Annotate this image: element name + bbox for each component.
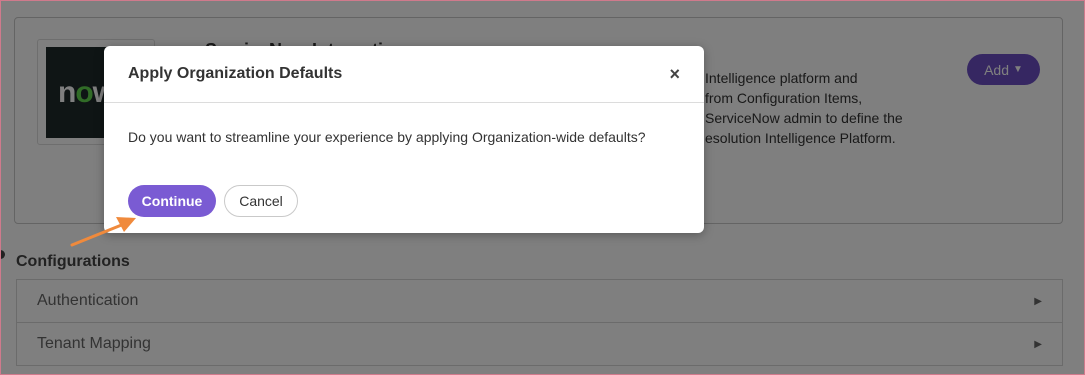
dialog-header: Apply Organization Defaults × — [104, 46, 704, 103]
cancel-button[interactable]: Cancel — [224, 185, 298, 217]
dialog-footer: Continue Cancel — [128, 185, 298, 217]
arrow-annotation-icon — [70, 217, 136, 247]
apply-defaults-dialog: Apply Organization Defaults × Do you wan… — [104, 46, 704, 233]
dialog-title: Apply Organization Defaults — [128, 65, 343, 82]
dialog-message: Do you want to streamline your experienc… — [128, 129, 646, 145]
close-icon[interactable]: × — [669, 65, 680, 83]
